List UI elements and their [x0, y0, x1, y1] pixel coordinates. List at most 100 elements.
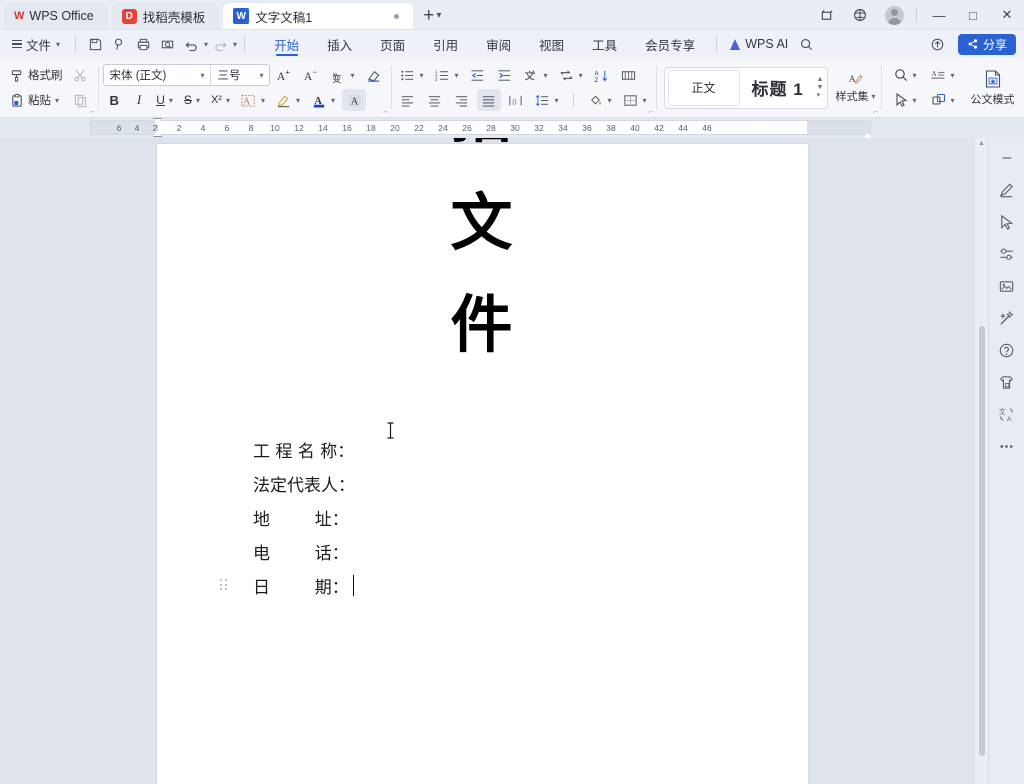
object-arrange-button[interactable]: ▾	[927, 89, 959, 111]
vertical-scrollbar[interactable]: ▲	[974, 138, 988, 784]
text-direction-button[interactable]: ▾	[555, 64, 587, 86]
form-row-project-name[interactable]: 工 程 名 称：	[253, 432, 583, 466]
ribbon-tab-tools[interactable]: 工具	[578, 31, 631, 57]
chevron-down-icon[interactable]: ▾	[544, 71, 548, 80]
grow-font-button[interactable]: A +	[273, 64, 297, 86]
paragraph-dialog-launcher[interactable]: ⌐	[648, 109, 652, 116]
print-icon[interactable]	[131, 33, 155, 55]
chevron-down-icon[interactable]: ▾	[420, 71, 424, 80]
line-spacing-button[interactable]: ▾	[531, 89, 563, 111]
font-name-selector[interactable]: 宋体 (正文) ▾ 三号 ▾	[102, 64, 270, 86]
numbering-button[interactable]: 123 ▾	[431, 64, 463, 86]
style-normal[interactable]: 正文	[667, 69, 740, 106]
search-doc-icon[interactable]	[107, 33, 131, 55]
style-gallery[interactable]: 正文 标题 1 ▲ ▼ ▾	[663, 66, 828, 109]
chevron-down-icon[interactable]: ▾	[913, 71, 917, 80]
sort-button[interactable]: AZ	[590, 64, 614, 86]
pen-icon[interactable]	[992, 174, 1022, 206]
expand-gallery-icon[interactable]: ▾	[817, 92, 824, 99]
ribbon-tab-review[interactable]: 审阅	[472, 31, 525, 57]
clear-format-button[interactable]	[362, 64, 386, 86]
chevron-down-icon[interactable]: ▾	[436, 10, 441, 21]
template-icon[interactable]	[992, 366, 1022, 398]
document-page[interactable]: 招 文 件 工 程 名 称： 法定代表人： 地 址： 电 话： 日 期：	[157, 138, 808, 784]
scroll-down-icon[interactable]: ▼	[817, 84, 824, 91]
redo-icon[interactable]	[208, 33, 232, 55]
show-marks-button[interactable]	[617, 64, 641, 86]
align-right-button[interactable]	[450, 89, 474, 111]
file-menu-button[interactable]: 文件 ▾	[4, 33, 68, 55]
underline-button[interactable]: U ▾	[152, 89, 177, 111]
asian-layout-button[interactable]: 文A ▾	[520, 64, 552, 86]
print-preview-icon[interactable]	[155, 33, 179, 55]
chevron-down-icon[interactable]: ▾	[169, 96, 173, 105]
more-icon[interactable]	[992, 430, 1022, 462]
doc-format-button[interactable]: A ▾	[927, 64, 959, 86]
chevron-down-icon[interactable]: ▾	[255, 71, 269, 80]
style-heading1[interactable]: 标题 1	[741, 69, 814, 106]
align-center-button[interactable]	[423, 89, 447, 111]
gov-mode-button[interactable]: 公文模式	[971, 69, 1015, 107]
char-border-button[interactable]: A ▾	[237, 89, 269, 111]
help-icon[interactable]	[992, 334, 1022, 366]
borders-button[interactable]: ▾	[619, 89, 651, 111]
cloud-upload-icon[interactable]	[926, 33, 950, 55]
search-icon[interactable]	[794, 33, 818, 55]
image-icon[interactable]	[992, 270, 1022, 302]
styles-dialog-launcher[interactable]: ⌐	[873, 109, 877, 116]
style-scroll-spinner[interactable]: ▲ ▼ ▾	[816, 76, 824, 99]
translate-icon[interactable]: 文A	[992, 398, 1022, 430]
form-row-legal-representative[interactable]: 法定代表人：	[253, 466, 583, 500]
strikethrough-button[interactable]: S ▾	[180, 89, 204, 111]
cut-button[interactable]	[69, 64, 93, 86]
tab-wps-office-home[interactable]: W WPS Office	[4, 3, 108, 29]
close-button[interactable]: ✕	[990, 0, 1024, 30]
align-left-button[interactable]	[396, 89, 420, 111]
style-set-button[interactable]: A 样式集 ▾	[836, 71, 876, 104]
scroll-up-icon[interactable]: ▲	[975, 140, 988, 147]
font-color-button[interactable]: A ▾	[307, 89, 339, 111]
minimize-button[interactable]: —	[922, 0, 956, 30]
chevron-down-icon[interactable]: ▾	[55, 96, 59, 105]
globe-icon[interactable]	[843, 0, 877, 30]
paragraph-drag-handle-icon[interactable]	[220, 579, 228, 591]
collapse-icon[interactable]	[992, 142, 1022, 174]
form-row-phone[interactable]: 电 话：	[253, 534, 583, 568]
undo-icon[interactable]	[179, 33, 203, 55]
scroll-up-icon[interactable]: ▲	[817, 76, 824, 83]
user-avatar[interactable]	[877, 0, 911, 30]
copy-button[interactable]	[69, 89, 93, 111]
shrink-font-button[interactable]: A −	[300, 64, 324, 86]
chevron-down-icon[interactable]: ▾	[196, 71, 210, 80]
chevron-down-icon[interactable]: ▾	[608, 96, 612, 105]
chevron-down-icon[interactable]: ▾	[261, 96, 265, 105]
shading-button[interactable]: ▾	[584, 89, 616, 111]
form-row-address[interactable]: 地 址：	[253, 500, 583, 534]
chevron-down-icon[interactable]: ▾	[455, 71, 459, 80]
new-tab-control[interactable]: + ▾	[423, 6, 441, 25]
chevron-down-icon[interactable]: ▾	[913, 96, 917, 105]
maximize-button[interactable]: □	[956, 0, 990, 30]
ribbon-tab-start[interactable]: 开始	[260, 31, 313, 57]
italic-button[interactable]: I	[129, 89, 149, 111]
chevron-down-icon[interactable]: ▾	[872, 92, 876, 101]
ribbon-tab-insert[interactable]: 插入	[313, 31, 366, 57]
paste-button[interactable]: 粘贴 ▾	[5, 89, 67, 111]
ribbon-tab-page[interactable]: 页面	[366, 31, 419, 57]
chevron-down-icon[interactable]: ▾	[643, 96, 647, 105]
share-button[interactable]: 分享	[957, 33, 1016, 55]
chevron-down-icon[interactable]: ▾	[951, 96, 955, 105]
settings-slider-icon[interactable]	[992, 238, 1022, 270]
highlight-button[interactable]: ▾	[272, 89, 304, 111]
chevron-down-icon[interactable]: ▾	[579, 71, 583, 80]
distribute-button[interactable]: ()	[504, 89, 528, 111]
chevron-down-icon[interactable]: ▾	[226, 96, 230, 105]
phonetic-guide-button[interactable]: ai 变 ▾	[327, 64, 359, 86]
superscript-button[interactable]: X² ▾	[207, 89, 234, 111]
ribbon-tab-member[interactable]: 会员专享	[631, 31, 709, 57]
increase-indent-button[interactable]	[493, 64, 517, 86]
form-row-date[interactable]: 日 期：	[220, 568, 583, 602]
save-icon[interactable]	[83, 33, 107, 55]
scrollbar-thumb[interactable]	[979, 326, 985, 756]
document-workspace[interactable]: 招 文 件 工 程 名 称： 法定代表人： 地 址： 电 话： 日 期：	[0, 138, 1024, 784]
